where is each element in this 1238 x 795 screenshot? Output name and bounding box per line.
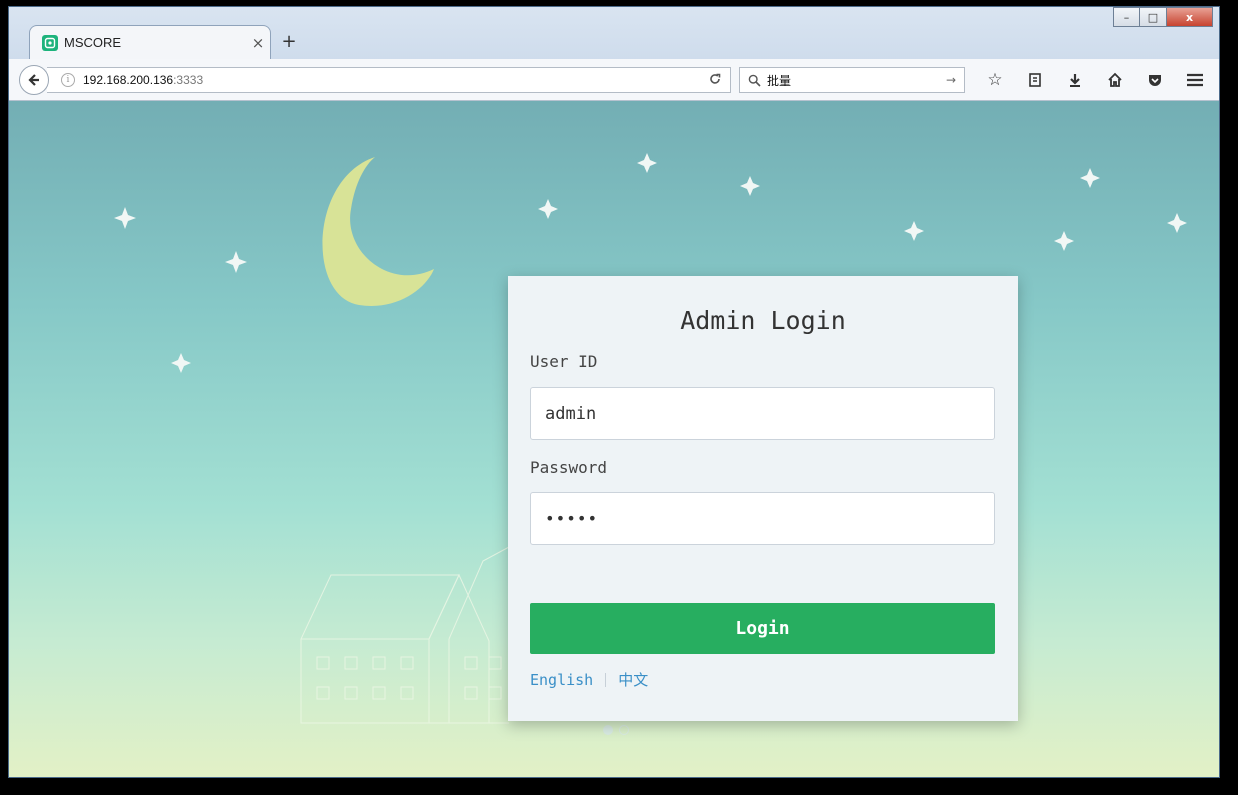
menu-icon[interactable] <box>1175 69 1215 91</box>
search-bar[interactable]: 批量 → <box>739 67 965 93</box>
toolbar: ☆ <box>975 69 1215 91</box>
navigation-bar: i 192.168.200.136:3333 批量 → ☆ <box>9 59 1219 101</box>
maximize-button[interactable]: □ <box>1140 7 1167 27</box>
download-icon[interactable] <box>1055 69 1095 91</box>
window-controls: – □ x <box>1113 7 1213 29</box>
tab-close-icon[interactable]: × <box>246 34 270 52</box>
language-divider <box>605 672 607 687</box>
page-content: Admin Login User ID Password Login Engli… <box>9 101 1219 777</box>
user-id-label: User ID <box>530 352 598 371</box>
star-icon[interactable]: ☆ <box>975 69 1015 91</box>
login-title: Admin Login <box>680 306 846 335</box>
search-go-icon[interactable]: → <box>946 73 964 87</box>
search-icon <box>748 74 761 87</box>
user-id-input[interactable] <box>530 387 995 440</box>
password-label: Password <box>530 458 608 477</box>
carousel-dot[interactable] <box>619 725 629 735</box>
login-card: Admin Login User ID Password Login Engli… <box>508 276 1018 721</box>
password-input[interactable] <box>530 492 995 545</box>
url-port: :3333 <box>173 73 204 87</box>
carousel-dots <box>603 725 635 735</box>
language-chinese-link[interactable]: 中文 <box>618 669 648 690</box>
pocket-icon[interactable] <box>1135 69 1175 91</box>
browser-tab[interactable]: MSCORE × <box>29 25 271 59</box>
carousel-dot-active[interactable] <box>603 725 613 735</box>
back-button[interactable] <box>19 65 49 95</box>
login-button[interactable]: Login <box>530 603 995 654</box>
favicon-icon <box>42 34 58 51</box>
new-tab-button[interactable]: + <box>277 31 301 52</box>
browser-window: – □ x MSCORE × + i 192.168.200.136:3333 … <box>8 6 1220 778</box>
houses <box>300 546 510 724</box>
url-host: 192.168.200.136 <box>83 73 174 87</box>
close-window-button[interactable]: x <box>1167 7 1213 27</box>
back-arrow-icon <box>28 74 39 86</box>
reading-list-icon[interactable] <box>1015 69 1055 91</box>
tab-title: MSCORE <box>64 35 122 50</box>
home-icon[interactable] <box>1095 69 1135 91</box>
info-icon[interactable]: i <box>61 73 75 87</box>
moon-icon <box>322 157 434 306</box>
search-input[interactable]: 批量 <box>767 72 946 89</box>
reload-icon[interactable] <box>708 72 722 90</box>
url-bar[interactable]: i 192.168.200.136:3333 <box>47 67 731 93</box>
minimize-button[interactable]: – <box>1113 7 1140 27</box>
language-english-link[interactable]: English <box>530 671 593 689</box>
language-switcher: English 中文 <box>530 669 648 690</box>
